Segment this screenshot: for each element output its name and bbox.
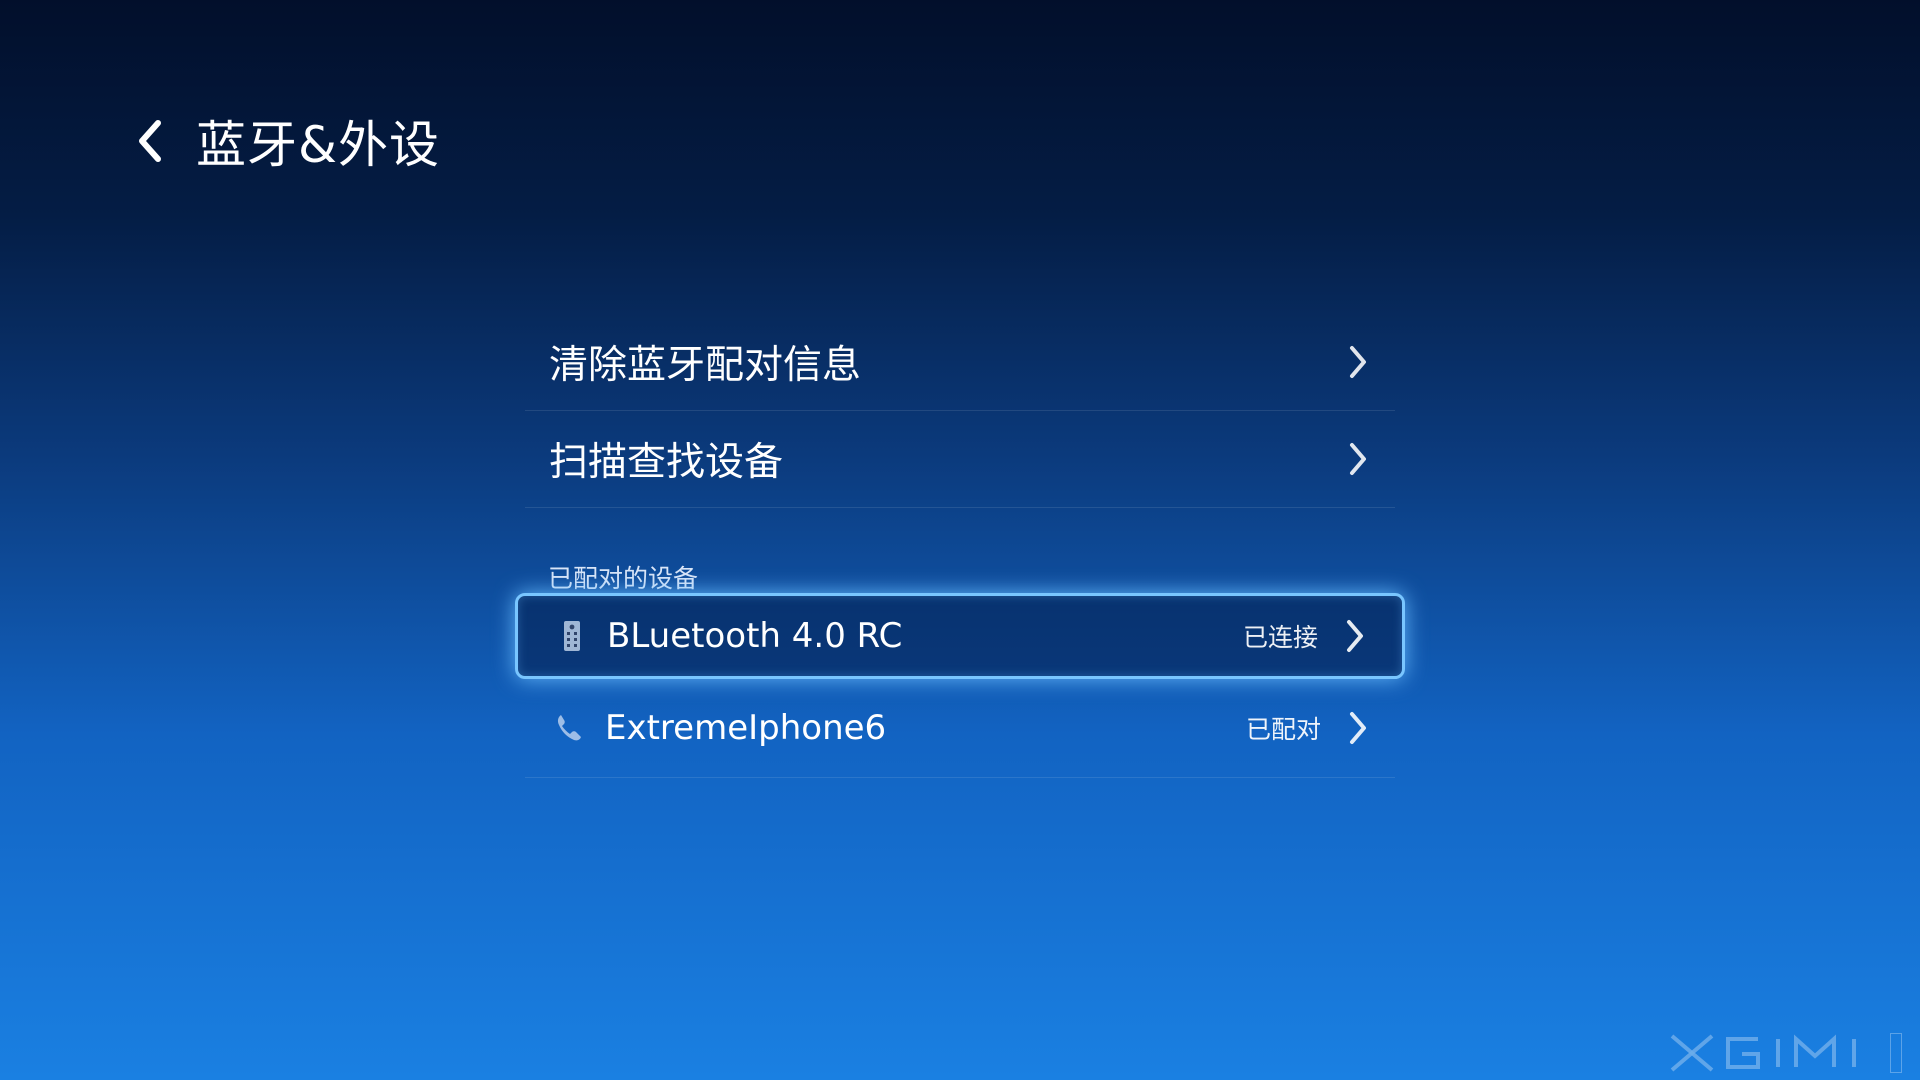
- phone-icon: [555, 710, 583, 746]
- page-header: 蓝牙&外设: [130, 105, 440, 177]
- device-name: BLuetooth 4.0 RC: [607, 616, 903, 656]
- remote-control-icon: [558, 618, 586, 654]
- chevron-right-icon: [1345, 439, 1371, 479]
- bluetooth-menu: 清除蓝牙配对信息 扫描查找设备: [525, 314, 1395, 508]
- clear-pairing-item[interactable]: 清除蓝牙配对信息: [525, 314, 1395, 411]
- logo-mark: [1890, 1033, 1902, 1073]
- device-status: 已连接: [1242, 623, 1318, 652]
- scan-devices-label: 扫描查找设备: [549, 440, 784, 485]
- device-status: 已配对: [1245, 715, 1321, 744]
- paired-devices-label: 已配对的设备: [548, 564, 699, 593]
- paired-device-list: BLuetooth 4.0 RC 已连接 ExtremeIphone6 已配对: [515, 593, 1405, 778]
- chevron-right-icon: [1342, 616, 1368, 656]
- chevron-right-icon: [1345, 342, 1371, 382]
- xgimi-logo-icon: [1670, 1034, 1856, 1072]
- device-bluetooth-rc[interactable]: BLuetooth 4.0 RC 已连接: [515, 593, 1405, 679]
- chevron-left-icon: [139, 120, 161, 162]
- scan-devices-item[interactable]: 扫描查找设备: [525, 411, 1395, 508]
- page-title: 蓝牙&外设: [196, 116, 440, 174]
- chevron-right-icon: [1345, 708, 1371, 748]
- back-button[interactable]: [130, 111, 170, 171]
- device-extreme-iphone6[interactable]: ExtremeIphone6 已配对: [525, 679, 1395, 778]
- xgimi-logo: [1670, 1032, 1902, 1074]
- clear-pairing-label: 清除蓝牙配对信息: [549, 343, 862, 388]
- device-name: ExtremeIphone6: [605, 708, 887, 748]
